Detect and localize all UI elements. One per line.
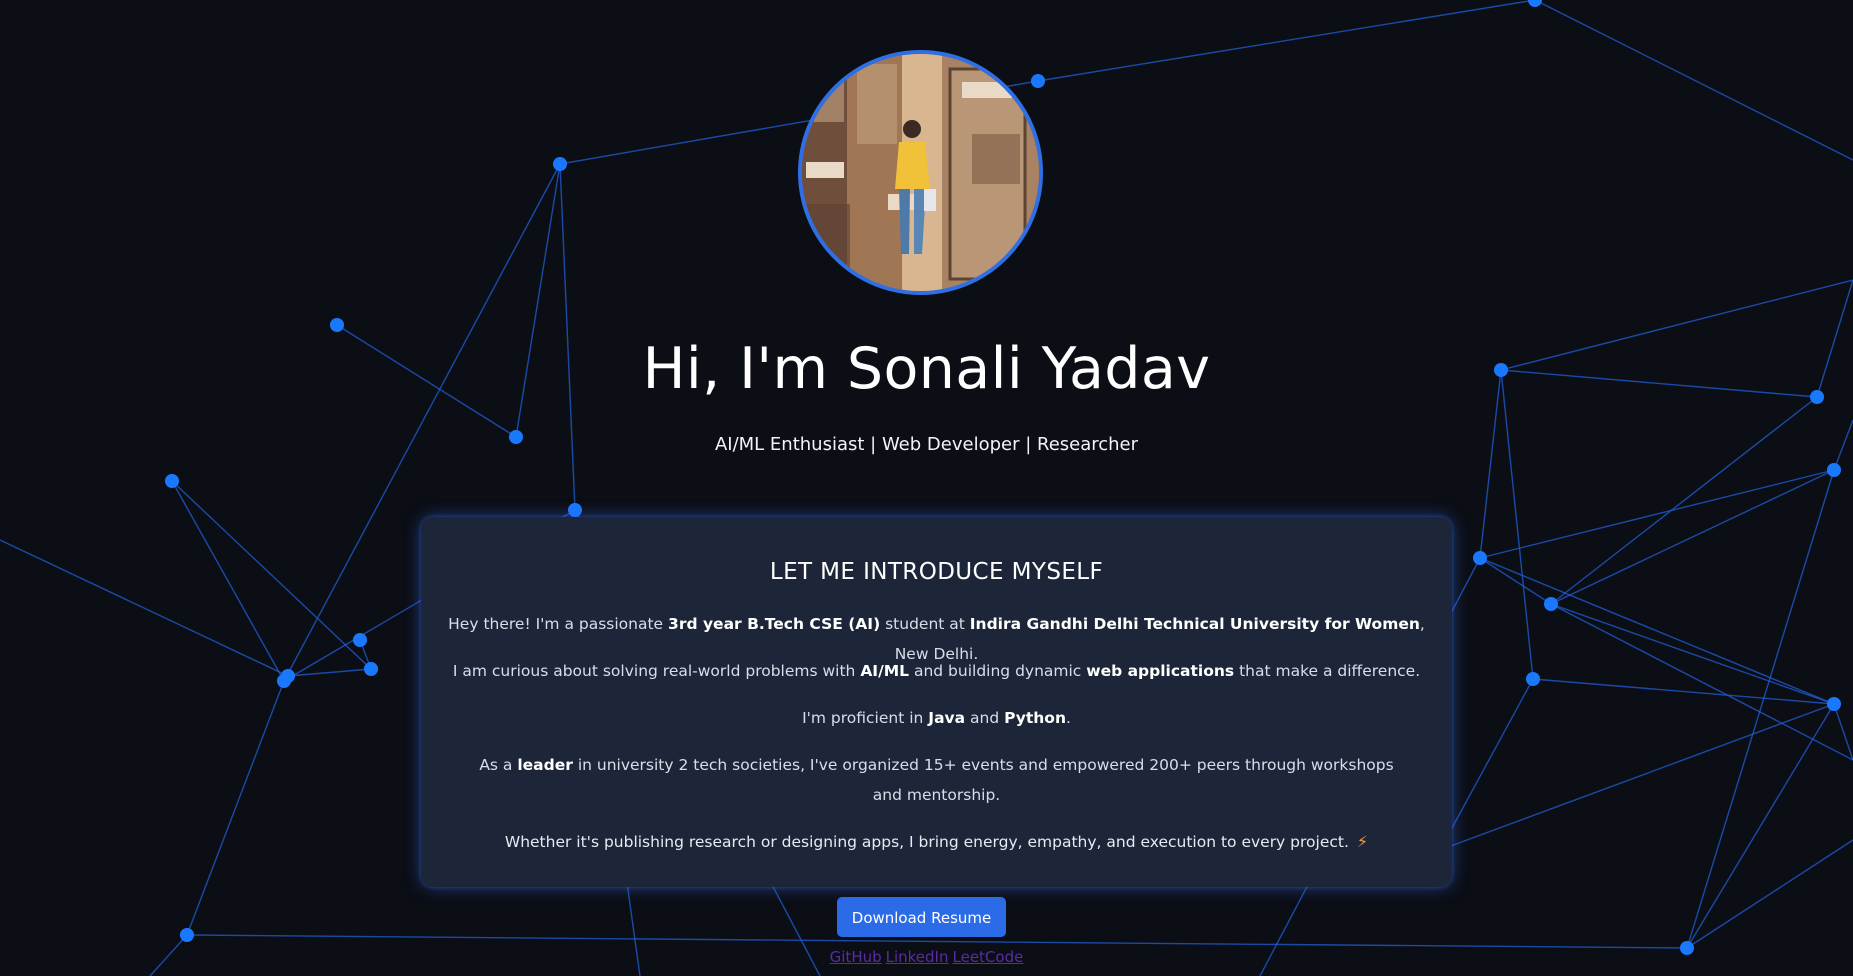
intro-p2-bold-2: web applications	[1086, 662, 1235, 680]
intro-p1-text-1: Hey there! I'm a passionate	[448, 615, 669, 633]
leetcode-link[interactable]: LeetCode	[953, 948, 1024, 966]
intro-card: LET ME INTRODUCE MYSELF Hey there! I'm a…	[421, 517, 1452, 887]
intro-p2-text-2: and building dynamic	[909, 662, 1087, 680]
intro-p1-bold-2: Indira Gandhi Delhi Technical University…	[969, 615, 1420, 633]
intro-p4-text-1: As a	[479, 756, 518, 774]
intro-heading: LET ME INTRODUCE MYSELF	[769, 559, 1104, 585]
download-resume-button[interactable]: Download Resume	[837, 897, 1006, 937]
page-title: Hi, I'm Sonali Yadav	[642, 336, 1211, 402]
social-links: GitHub LinkedIn LeetCode	[0, 948, 1853, 966]
intro-paragraph-3: I'm proficient in Java and Python.	[443, 703, 1430, 733]
github-link[interactable]: GitHub	[830, 948, 882, 966]
intro-p3-text-2: and	[965, 709, 1005, 727]
intro-paragraph-4: As a leader in university 2 tech societi…	[463, 750, 1410, 810]
intro-p3-text-1: I'm proficient in	[802, 709, 929, 727]
tagline: AI/ML Enthusiast | Web Developer | Resea…	[714, 434, 1139, 455]
profile-photo	[798, 50, 1043, 295]
intro-p3-bold-2: Python	[1004, 709, 1066, 727]
intro-p2-text-1: I am curious about solving real-world pr…	[452, 662, 861, 680]
intro-p2-text-3: that make a difference.	[1234, 662, 1421, 680]
lightning-bolt-icon: ⚡	[1356, 832, 1369, 851]
intro-p2-bold-1: AI/ML	[860, 662, 910, 680]
intro-p5-text: Whether it's publishing research or desi…	[504, 833, 1349, 851]
intro-p3-bold-1: Java	[928, 709, 966, 727]
intro-paragraph-5: Whether it's publishing research or desi…	[443, 827, 1430, 857]
profile-photo-illustration	[802, 54, 1039, 291]
intro-p1-bold-1: 3rd year B.Tech CSE (AI)	[668, 615, 881, 633]
intro-p3-text-3: .	[1066, 709, 1071, 727]
intro-p1-text-2: student at	[880, 615, 970, 633]
intro-p4-bold-1: leader	[517, 756, 573, 774]
linkedin-link[interactable]: LinkedIn	[886, 948, 949, 966]
intro-paragraph-2: I am curious about solving real-world pr…	[443, 656, 1430, 686]
intro-p4-text-2: in university 2 tech societies, I've org…	[572, 756, 1394, 804]
hero-page: Hi, I'm Sonali Yadav AI/ML Enthusiast | …	[0, 0, 1853, 976]
